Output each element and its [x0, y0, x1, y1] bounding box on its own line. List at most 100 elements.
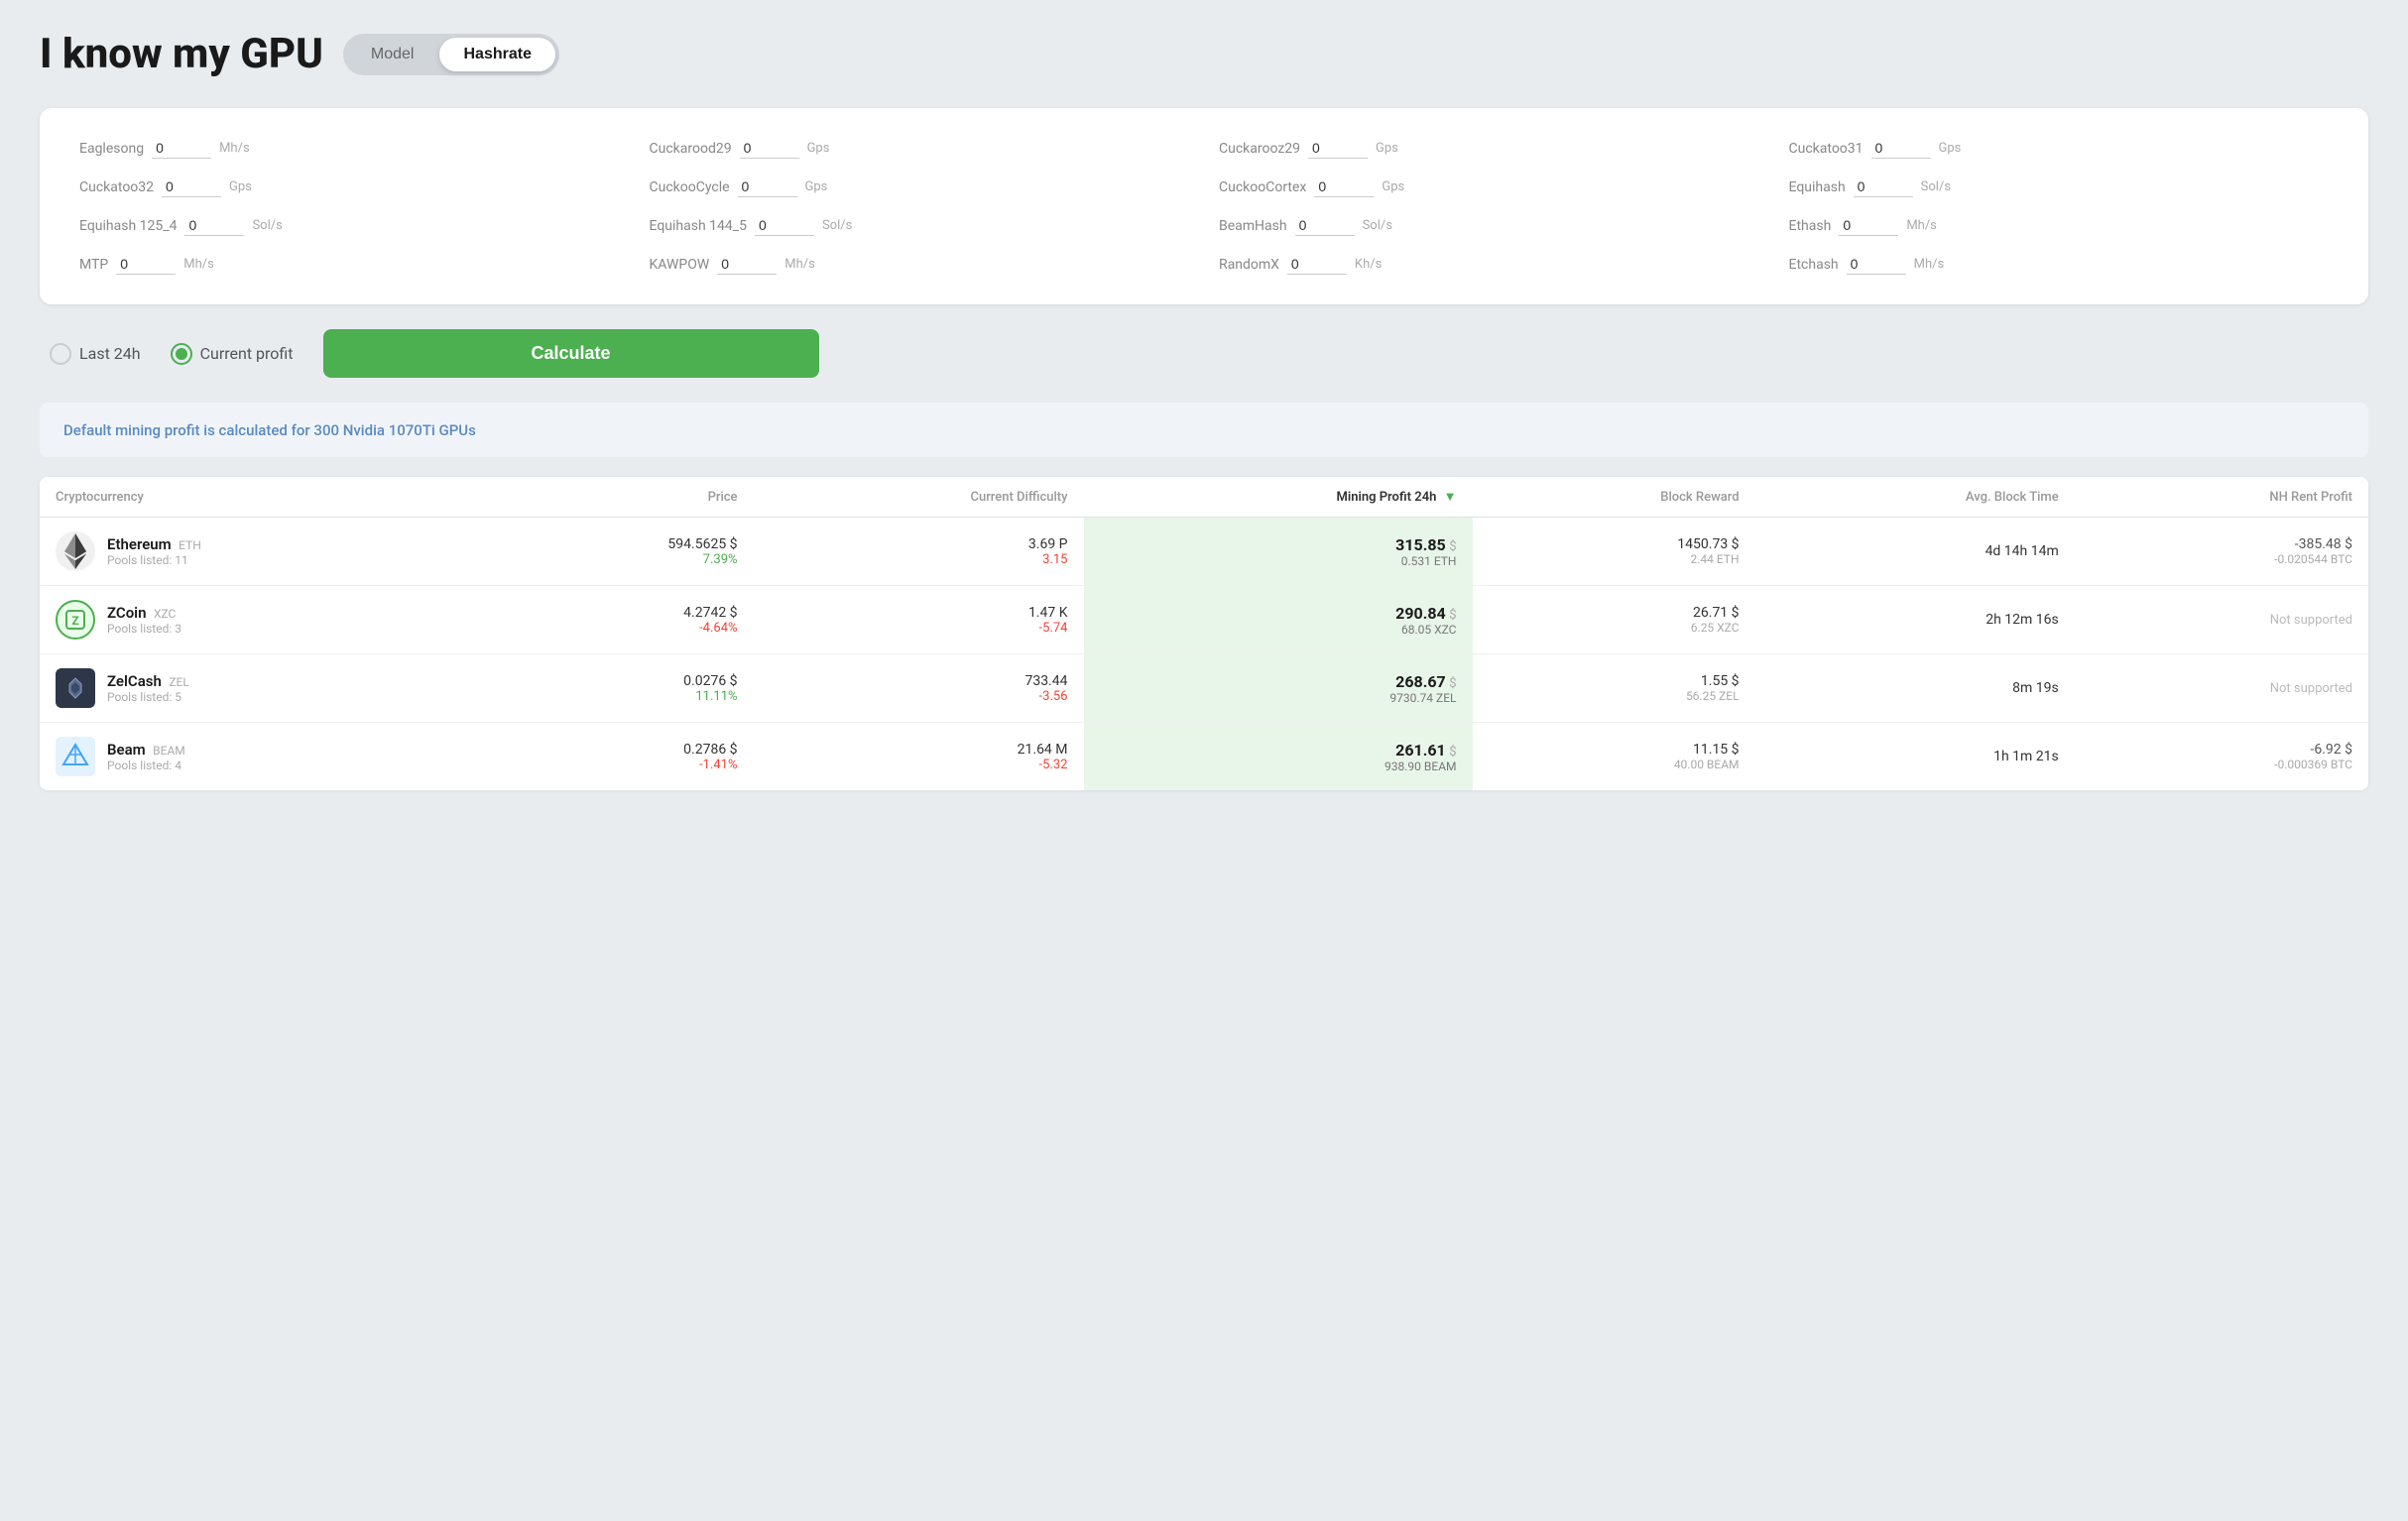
hashrate-unit: Mh/s — [219, 141, 250, 156]
model-toggle-btn[interactable]: Model — [347, 38, 438, 71]
coin-cell: ZelCash ZEL Pools listed: 5 — [40, 654, 494, 723]
sort-arrow-icon: ▼ — [1444, 489, 1457, 505]
block-main: 1.55 $ — [1489, 673, 1740, 689]
profit-currency: $ — [1449, 608, 1456, 623]
profit-cell: 261.61 $ 938.90 BEAM — [1084, 723, 1473, 791]
current-profit-radio-outer[interactable] — [171, 343, 192, 365]
hashrate-input-kawpow[interactable] — [717, 254, 777, 275]
hashrate-label: Equihash — [1789, 179, 1846, 195]
price-cell: 0.2786 $ -1.41% — [494, 723, 754, 791]
coin-ticker: XZC — [154, 607, 176, 621]
hashrate-input-cuckarooz29[interactable] — [1308, 138, 1368, 159]
price-change: -1.41% — [510, 758, 738, 772]
hashrate-item: KAWPOW Mh/s — [650, 254, 1190, 275]
current-profit-radio[interactable]: Current profit — [171, 343, 294, 365]
hashrate-unit: Mh/s — [1906, 218, 1937, 233]
difficulty-main: 733.44 — [770, 673, 1068, 689]
col-block-time: Avg. Block Time — [1755, 477, 2075, 518]
hashrate-unit: Mh/s — [784, 257, 815, 272]
coin-name: ZCoin — [107, 604, 146, 622]
hashrate-item: Equihash 144_5 Sol/s — [650, 215, 1190, 236]
price-cell: 4.2742 $ -4.64% — [494, 586, 754, 654]
hashrate-input-ethash[interactable] — [1839, 215, 1898, 236]
info-banner: Default mining profit is calculated for … — [40, 403, 2368, 457]
profit-cell: 315.85 $ 0.531 ETH — [1084, 518, 1473, 586]
hashrate-input-equihash-125_4[interactable] — [184, 215, 244, 236]
coin-name: Beam — [107, 741, 146, 759]
hashrate-item: Cuckatoo31 Gps — [1789, 138, 2330, 159]
hashrate-label: BeamHash — [1219, 218, 1287, 234]
mode-toggle-group: Model Hashrate — [343, 34, 559, 75]
hashrate-label: CuckooCortex — [1219, 179, 1306, 195]
hashrate-input-equihash[interactable] — [1854, 176, 1913, 197]
table-header-row: Cryptocurrency Price Current Difficulty … — [40, 477, 2368, 518]
block-sub: 2.44 ETH — [1489, 552, 1740, 566]
hashrate-unit: Gps — [1376, 141, 1398, 156]
block-reward-cell: 1.55 $ 56.25 ZEL — [1473, 654, 1755, 723]
zelcash-icon — [56, 668, 95, 708]
table-body: Ethereum ETH Pools listed: 11 594.5625 $… — [40, 518, 2368, 791]
table-row: Ethereum ETH Pools listed: 11 594.5625 $… — [40, 518, 2368, 586]
hashrate-input-equihash-144_5[interactable] — [755, 215, 814, 236]
hashrate-toggle-btn[interactable]: Hashrate — [439, 38, 554, 71]
hashrate-input-beamhash[interactable] — [1295, 215, 1355, 236]
last24h-radio-outer[interactable] — [50, 343, 71, 365]
block-reward-cell: 11.15 $ 40.00 BEAM — [1473, 723, 1755, 791]
hashrate-input-cuckatoo32[interactable] — [162, 176, 221, 197]
hashrate-label: Etchash — [1789, 257, 1839, 273]
price-cell: 0.0276 $ 11.11% — [494, 654, 754, 723]
block-time-cell: 2h 12m 16s — [1755, 586, 2075, 654]
hashrate-input-cuckatoo31[interactable] — [1871, 138, 1931, 159]
coin-ticker: ETH — [179, 538, 201, 552]
price-cell: 594.5625 $ 7.39% — [494, 518, 754, 586]
hashrate-item: BeamHash Sol/s — [1219, 215, 1759, 236]
profit-main: 315.85 — [1395, 535, 1446, 554]
hashrate-input-randomx[interactable] — [1287, 254, 1347, 275]
difficulty-main: 3.69 P — [770, 536, 1068, 552]
page-header: I know my GPU Model Hashrate — [40, 30, 2368, 78]
hashrate-unit: Gps — [229, 179, 252, 194]
coin-ticker: ZEL — [169, 675, 188, 689]
hashrate-panel: Eaglesong Mh/s Cuckarood29 Gps Cuckarooz… — [40, 108, 2368, 304]
col-profit[interactable]: Mining Profit 24h ▼ — [1084, 477, 1473, 518]
table-row: Z ZCoin XZC Pools listed: 3 4.2742 $ -4.… — [40, 586, 2368, 654]
col-block-reward: Block Reward — [1473, 477, 1755, 518]
hashrate-input-cuckarood29[interactable] — [740, 138, 799, 159]
nh-sub: -0.000369 BTC — [2091, 758, 2352, 771]
hashrate-input-cuckoocycle[interactable] — [738, 176, 797, 197]
block-time: 8m 19s — [2012, 680, 2059, 696]
block-sub: 40.00 BEAM — [1489, 758, 1740, 771]
hashrate-unit: Gps — [1382, 179, 1404, 194]
hashrate-item: Equihash 125_4 Sol/s — [79, 215, 620, 236]
hashrate-item: CuckooCortex Gps — [1219, 176, 1759, 197]
block-time: 4d 14h 14m — [1986, 543, 2059, 559]
zcoin-icon: Z — [56, 600, 95, 640]
block-main: 26.71 $ — [1489, 605, 1740, 621]
hashrate-unit: Gps — [807, 141, 830, 156]
hashrate-input-etchash[interactable] — [1847, 254, 1906, 275]
hashrate-item: RandomX Kh/s — [1219, 254, 1759, 275]
profit-sub: 938.90 BEAM — [1100, 760, 1457, 773]
coin-name: ZelCash — [107, 672, 162, 690]
hashrate-label: MTP — [79, 257, 108, 273]
hashrate-input-eaglesong[interactable] — [152, 138, 211, 159]
profit-sub: 9730.74 ZEL — [1100, 691, 1457, 705]
nh-main: -385.48 $ — [2091, 536, 2352, 552]
hashrate-input-mtp[interactable] — [116, 254, 176, 275]
last24h-radio[interactable]: Last 24h — [50, 343, 141, 365]
hashrate-item: Cuckarood29 Gps — [650, 138, 1190, 159]
profit-sub: 0.531 ETH — [1100, 554, 1457, 568]
block-sub: 56.25 ZEL — [1489, 689, 1740, 703]
coin-pools: Pools listed: 11 — [107, 553, 201, 567]
hashrate-input-cuckoocortex[interactable] — [1314, 176, 1374, 197]
nh-not-supported: Not supported — [2270, 681, 2352, 696]
difficulty-cell: 1.47 K -5.74 — [754, 586, 1084, 654]
nh-profit-cell: -6.92 $ -0.000369 BTC — [2075, 723, 2368, 791]
hashrate-item: Equihash Sol/s — [1789, 176, 2330, 197]
page-title: I know my GPU — [40, 30, 323, 78]
price-main: 4.2742 $ — [510, 605, 738, 621]
hashrate-unit: Sol/s — [822, 218, 852, 233]
calculate-button[interactable]: Calculate — [323, 329, 819, 378]
difficulty-change: 3.15 — [770, 552, 1068, 567]
difficulty-change: -5.74 — [770, 621, 1068, 636]
